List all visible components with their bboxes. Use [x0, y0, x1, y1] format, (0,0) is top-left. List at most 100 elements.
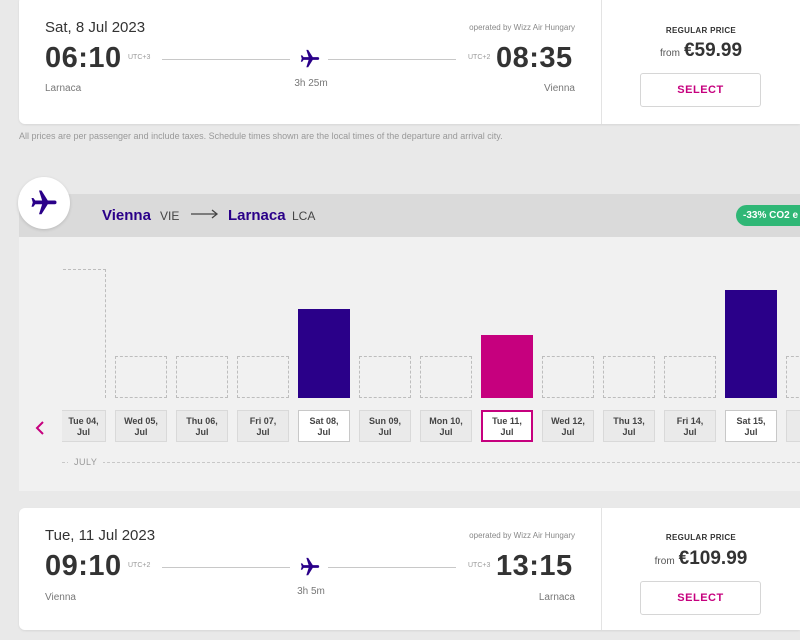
calendar-date-day: Sun 09, [368, 416, 401, 426]
calendar-date-day: Thu 06, [186, 416, 218, 426]
return-depart-utc: UTC+2 [128, 562, 151, 569]
outbound-price-amount: €59.99 [683, 40, 743, 61]
outbound-depart-time: 06:10 [45, 42, 122, 74]
calendar-bar-unavailable [664, 356, 716, 398]
return-price-from: from [654, 556, 675, 567]
return-arrive-utc: UTC+3 [468, 562, 491, 569]
calendar-date-button[interactable]: Tue 04, Jul [62, 410, 106, 442]
airplane-icon [31, 190, 57, 215]
outbound-depart-city: Larnaca [45, 83, 82, 94]
outbound-price-panel: REGULAR PRICE from €59.99 SELECT [602, 0, 800, 124]
calendar-bar-unavailable [115, 356, 167, 398]
calendar-bar-available[interactable] [725, 290, 777, 398]
outbound-route-line-left [162, 59, 290, 60]
calendar-bar-unavailable [542, 356, 594, 398]
return-flight-card: Tue, 11 Jul 2023 operated by Wizz Air Hu… [19, 508, 800, 630]
calendar-date-button[interactable]: Sat 15, Jul [725, 410, 777, 442]
calendar-date-month: Jul [195, 427, 209, 437]
calendar-date-day: Fri 07, [249, 416, 277, 426]
return-operator: operated by Wizz Air Hungary [469, 531, 575, 540]
return-depart-city: Vienna [45, 592, 76, 603]
calendar-date-month: Jul [378, 427, 392, 437]
outbound-duration: 3h 25m [294, 78, 328, 89]
return-select-button[interactable]: SELECT [640, 581, 761, 615]
arrow-right-icon [191, 209, 219, 219]
outbound-arrive-city: Vienna [544, 83, 575, 94]
calendar-date-day: Thu 13, [613, 416, 645, 426]
route-origin-code: VIE [160, 209, 180, 223]
fare-calendar-panel [19, 194, 800, 491]
calendar-date-button[interactable]: Tue 11, Jul [481, 410, 533, 442]
calendar-date-month: Jul [134, 427, 148, 437]
route-dest-code: LCA [292, 209, 316, 223]
calendar-date-button[interactable]: Sun 09, Jul [359, 410, 411, 442]
co2-badge: -33% CO2 e [736, 205, 800, 226]
outbound-depart-utc: UTC+3 [128, 54, 151, 61]
calendar-date-day: Fri 14, [676, 416, 704, 426]
return-price-label: REGULAR PRICE [665, 533, 737, 542]
calendar-bar-unavailable [237, 356, 289, 398]
calendar-date-day: Sat 08, [309, 416, 339, 426]
calendar-date-day: Sat 15, [736, 416, 766, 426]
return-arrive-time: 13:15 [496, 550, 573, 582]
outbound-select-button[interactable]: SELECT [640, 73, 761, 107]
route-plane-badge [18, 177, 70, 229]
calendar-date-button[interactable]: Fri 07, Jul [237, 410, 289, 442]
calendar-bar-available[interactable] [298, 309, 350, 398]
outbound-operator: operated by Wizz Air Hungary [469, 23, 575, 32]
outbound-arrive-utc: UTC+2 [468, 54, 491, 61]
calendar-date-button[interactable]: Wed 12, Jul [542, 410, 594, 442]
return-price: from €109.99 [602, 548, 800, 570]
return-price-amount: €109.99 [678, 548, 748, 569]
calendar-date-day: Tue 11, [492, 416, 522, 426]
calendar-date-button[interactable]: Wed 05, Jul [115, 410, 167, 442]
calendar-date-day: Mon 10, [429, 416, 463, 426]
calendar-date-button[interactable]: S [786, 410, 800, 442]
outbound-price-label: REGULAR PRICE [665, 26, 737, 35]
return-price-panel: REGULAR PRICE from €109.99 SELECT [602, 508, 800, 630]
return-flight-details: Tue, 11 Jul 2023 operated by Wizz Air Hu… [19, 508, 602, 630]
outbound-flight-details: Sat, 8 Jul 2023 operated by Wizz Air Hun… [19, 0, 602, 124]
calendar-date-day: Wed 12, [551, 416, 585, 426]
outbound-arrive-time: 08:35 [496, 42, 573, 74]
calendar-date-button[interactable]: Fri 14, Jul [664, 410, 716, 442]
return-duration: 3h 5m [297, 586, 325, 597]
calendar-date-button[interactable]: Thu 06, Jul [176, 410, 228, 442]
return-depart-time: 09:10 [45, 550, 122, 582]
return-arrive-city: Larnaca [538, 592, 575, 603]
chevron-left-icon[interactable] [34, 420, 46, 436]
outbound-flight-card: Sat, 8 Jul 2023 operated by Wizz Air Hun… [19, 0, 800, 124]
calendar-date-day: Wed 05, [124, 416, 158, 426]
calendar-date-month: Jul [561, 427, 575, 437]
calendar-bar-unavailable [359, 356, 411, 398]
calendar-bar-unavailable [420, 356, 472, 398]
month-label: JULY [68, 457, 104, 467]
outbound-price-from: from [659, 48, 680, 59]
calendar-date-button[interactable]: Sat 08, Jul [298, 410, 350, 442]
calendar-date-month: Jul [317, 427, 331, 437]
route-dest-city: Larnaca [228, 207, 286, 224]
calendar-date-month: Jul [500, 427, 514, 437]
outbound-route-line-right [328, 59, 456, 60]
return-route-line-left [162, 567, 290, 568]
price-disclaimer: All prices are per passenger and include… [19, 131, 503, 141]
calendar-date-day: Tue 04, [68, 416, 99, 426]
airplane-icon [300, 557, 320, 576]
calendar-date-button[interactable]: Mon 10, Jul [420, 410, 472, 442]
calendar-bar-unavailable [603, 356, 655, 398]
calendar-date-month: Jul [439, 427, 453, 437]
calendar-bar-unavailable [786, 356, 800, 398]
calendar-bar-unavailable [63, 269, 106, 398]
month-divider [62, 462, 800, 463]
return-date: Tue, 11 Jul 2023 [45, 527, 156, 544]
calendar-date-month: Jul [256, 427, 270, 437]
calendar-date-day: S [787, 416, 800, 427]
calendar-date-month: Jul [622, 427, 636, 437]
calendar-bar-selected[interactable] [481, 335, 533, 398]
calendar-date-month: Jul [683, 427, 697, 437]
outbound-price: from €59.99 [602, 40, 800, 62]
calendar-date-button[interactable]: Thu 13, Jul [603, 410, 655, 442]
return-route-line-right [328, 567, 456, 568]
airplane-icon [300, 49, 320, 68]
calendar-date-month: Jul [744, 427, 758, 437]
